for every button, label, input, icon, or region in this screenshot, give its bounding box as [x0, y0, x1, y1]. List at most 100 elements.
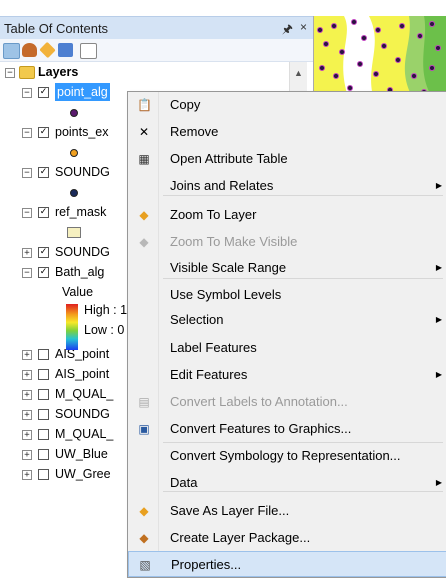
menu-item-convert-features-to-graphics[interactable]: ▣ Convert Features to Graphics...: [128, 416, 446, 442]
options-icon[interactable]: [80, 43, 97, 59]
zoom-to-layer-icon: ◆: [139, 208, 149, 222]
layer-name[interactable]: M_QUAL_: [55, 424, 113, 444]
layer-visibility-checkbox[interactable]: [38, 389, 49, 400]
collapse-toggle-icon[interactable]: −: [22, 88, 32, 98]
menu-item-create-layer-package[interactable]: ◆ Create Layer Package...: [128, 525, 446, 551]
layer-visibility-checkbox[interactable]: [38, 369, 49, 380]
layer-visibility-checkbox[interactable]: ✓: [38, 127, 49, 138]
layer-visibility-checkbox[interactable]: ✓: [38, 207, 49, 218]
layer-visibility-checkbox[interactable]: [38, 409, 49, 420]
menu-item-edit-features[interactable]: Edit Features ▶: [128, 362, 446, 388]
list-by-visibility-icon[interactable]: [39, 41, 56, 59]
layer-package-icon: ◆: [139, 531, 149, 545]
menu-item-visible-scale-range[interactable]: Visible Scale Range ▶: [128, 255, 446, 281]
layer-visibility-checkbox[interactable]: [38, 469, 49, 480]
collapse-toggle-icon[interactable]: −: [22, 168, 32, 178]
submenu-arrow-icon: ▶: [435, 263, 442, 272]
menu-item-label: Open Attribute Table: [170, 151, 288, 166]
collapse-toggle-icon[interactable]: −: [5, 68, 15, 78]
map-view[interactable]: [313, 16, 446, 100]
layer-name[interactable]: Bath_alg: [55, 262, 104, 282]
list-by-drawing-order-icon[interactable]: [3, 43, 20, 59]
layer-visibility-checkbox[interactable]: ✓: [38, 267, 49, 278]
menu-item-convert-labels-to-annotation[interactable]: ▤ Convert Labels to Annotation...: [128, 389, 446, 415]
menu-item-copy[interactable]: 📋 Copy: [128, 92, 446, 118]
layers-root-row[interactable]: − Layers: [0, 62, 289, 82]
menu-item-save-as-layer-file[interactable]: ◆ Save As Layer File...: [128, 498, 446, 524]
menu-item-label: Joins and Relates: [170, 178, 274, 193]
layer-name[interactable]: point_alg: [55, 83, 110, 101]
convert-features-icon: ▣: [138, 422, 150, 436]
menu-item-data[interactable]: Data ▶: [128, 470, 446, 496]
menu-item-label: Copy: [170, 97, 201, 112]
menu-item-zoom-to-make-visible[interactable]: ◆ Zoom To Make Visible: [128, 229, 446, 255]
expand-toggle-icon[interactable]: +: [22, 370, 32, 380]
menu-item-remove[interactable]: ✕ Remove: [128, 119, 446, 145]
layer-name[interactable]: UW_Gree: [55, 464, 111, 484]
save-layer-icon: ◆: [139, 504, 149, 518]
layer-name[interactable]: AIS_point: [55, 364, 109, 384]
scroll-up-icon[interactable]: ▲: [290, 68, 307, 78]
menu-item-label: Remove: [170, 124, 219, 139]
menu-item-label: Convert Symbology to Representation...: [170, 448, 401, 463]
menu-item-label: Use Symbol Levels: [170, 287, 282, 302]
toc-toolbar: [0, 39, 313, 62]
menu-item-label-features[interactable]: Label Features: [128, 335, 446, 361]
layer-symbol-swatch: [67, 227, 81, 238]
layer-visibility-checkbox[interactable]: ✓: [38, 247, 49, 258]
expand-toggle-icon[interactable]: +: [22, 350, 32, 360]
expand-toggle-icon[interactable]: +: [22, 470, 32, 480]
layer-visibility-checkbox[interactable]: ✓: [38, 167, 49, 178]
submenu-arrow-icon: ▶: [435, 370, 442, 379]
menu-item-joins-and-relates[interactable]: Joins and Relates ▶: [128, 173, 446, 199]
layer-name[interactable]: points_ex: [55, 122, 109, 142]
layer-name[interactable]: AIS_point: [55, 344, 109, 364]
layer-name[interactable]: SOUNDG: [55, 162, 110, 182]
submenu-arrow-icon: ▶: [435, 315, 442, 324]
pin-icon[interactable]: 🖈: [282, 20, 293, 41]
layer-name[interactable]: SOUNDG: [55, 242, 110, 262]
convert-labels-icon: ▤: [138, 395, 150, 409]
expand-toggle-icon[interactable]: +: [22, 390, 32, 400]
menu-item-zoom-to-layer[interactable]: ◆ Zoom To Layer: [128, 202, 446, 228]
layers-folder-icon: [19, 66, 35, 79]
layer-visibility-checkbox[interactable]: [38, 449, 49, 460]
collapse-toggle-icon[interactable]: −: [22, 128, 32, 138]
collapse-toggle-icon[interactable]: −: [22, 208, 32, 218]
menu-item-label: Save As Layer File...: [170, 503, 290, 518]
menu-item-use-symbol-levels[interactable]: Use Symbol Levels: [128, 282, 446, 308]
expand-toggle-icon[interactable]: +: [22, 430, 32, 440]
list-by-source-icon[interactable]: [22, 43, 37, 57]
layer-name[interactable]: SOUNDG: [55, 404, 110, 424]
layer-name[interactable]: ref_mask: [55, 202, 106, 222]
list-by-selection-icon[interactable]: [58, 43, 73, 57]
submenu-arrow-icon: ▶: [435, 478, 442, 487]
layer-name[interactable]: M_QUAL_: [55, 384, 113, 404]
menu-item-label: Zoom To Make Visible: [170, 234, 298, 249]
zoom-to-make-visible-icon: ◆: [139, 235, 149, 249]
expand-toggle-icon[interactable]: +: [22, 450, 32, 460]
menu-item-selection[interactable]: Selection ▶: [128, 307, 446, 333]
menu-item-label: Properties...: [171, 557, 242, 572]
menu-item-label: Zoom To Layer: [170, 207, 257, 222]
expand-toggle-icon[interactable]: +: [22, 248, 32, 258]
layer-context-menu: 📋 Copy ✕ Remove ▦ Open Attribute Table Joins a…: [127, 91, 446, 578]
layer-visibility-checkbox[interactable]: ✓: [38, 87, 49, 98]
collapse-toggle-icon[interactable]: −: [22, 268, 32, 278]
menu-item-open-attribute-table[interactable]: ▦ Open Attribute Table: [128, 146, 446, 172]
layers-root-label: Layers: [38, 65, 79, 79]
panel-title-bar: Table Of Contents 🖈 ×: [0, 16, 313, 40]
menu-item-convert-symbology-to-representation[interactable]: Convert Symbology to Representation...: [128, 443, 446, 469]
layer-symbol-point: [70, 109, 78, 117]
expand-toggle-icon[interactable]: +: [22, 410, 32, 420]
layer-visibility-checkbox[interactable]: [38, 429, 49, 440]
layer-name[interactable]: UW_Blue: [55, 444, 108, 464]
submenu-arrow-icon: ▶: [435, 181, 442, 190]
close-icon[interactable]: ×: [300, 20, 307, 34]
raster-legend-high-label: High : 1: [84, 303, 128, 317]
table-icon: ▦: [138, 152, 150, 166]
copy-icon: 📋: [137, 98, 152, 112]
menu-item-properties[interactable]: ▧ Properties...: [128, 551, 446, 577]
layer-symbol-point: [70, 189, 78, 197]
layer-visibility-checkbox[interactable]: [38, 349, 49, 360]
